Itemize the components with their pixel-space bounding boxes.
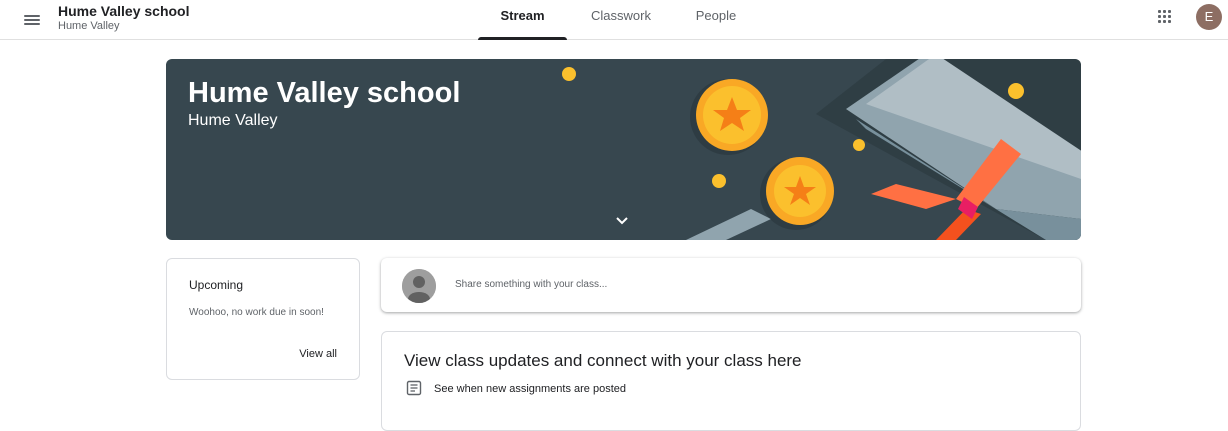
grid-dot bbox=[1163, 20, 1166, 23]
expand-class-details-button[interactable] bbox=[612, 211, 632, 231]
grid-dot bbox=[1168, 20, 1171, 23]
banner-section: Hume Valley bbox=[188, 112, 278, 129]
class-updates-card: View class updates and connect with your… bbox=[381, 331, 1081, 431]
class-header[interactable]: Hume Valley school Hume Valley bbox=[58, 3, 190, 33]
grid-dot bbox=[1163, 10, 1166, 13]
upcoming-title: Upcoming bbox=[189, 278, 244, 292]
grid-dot bbox=[1168, 15, 1171, 18]
google-apps-grid-icon bbox=[1158, 10, 1161, 13]
tab-classwork[interactable]: Classwork bbox=[567, 0, 675, 40]
grid-dot bbox=[1158, 15, 1161, 18]
updates-item: See when new assignments are posted bbox=[434, 383, 627, 395]
hamburger-menu-icon-bar bbox=[24, 23, 40, 25]
hamburger-menu-icon bbox=[24, 15, 40, 17]
class-banner: Hume Valley school Hume Valley bbox=[166, 59, 1081, 240]
banner-class-name: Hume Valley school bbox=[188, 77, 461, 109]
share-placeholder: Share something with your class... bbox=[455, 279, 608, 290]
default-user-icon bbox=[402, 269, 436, 303]
updates-title: View class updates and connect with your… bbox=[404, 351, 802, 370]
google-apps-button[interactable] bbox=[1158, 10, 1174, 26]
share-with-class-box[interactable]: Share something with your class... bbox=[381, 258, 1081, 312]
class-tabs: Stream Classwork People bbox=[478, 0, 757, 40]
hamburger-menu-icon-bar bbox=[24, 19, 40, 21]
grid-dot bbox=[1168, 10, 1171, 13]
chevron-down-icon bbox=[616, 217, 628, 225]
class-name[interactable]: Hume Valley school bbox=[58, 3, 190, 19]
grid-dot bbox=[1158, 20, 1161, 23]
upcoming-message: Woohoo, no work due in soon! bbox=[189, 307, 324, 318]
grid-dot bbox=[1163, 15, 1166, 18]
top-app-bar: Hume Valley school Hume Valley Stream Cl… bbox=[0, 0, 1228, 40]
view-all-link[interactable]: View all bbox=[299, 348, 337, 360]
main-menu-button[interactable] bbox=[20, 8, 44, 32]
tab-people[interactable]: People bbox=[675, 0, 757, 40]
assignment-icon bbox=[406, 380, 422, 396]
upcoming-card: Upcoming Woohoo, no work due in soon! Vi… bbox=[166, 258, 360, 380]
tab-stream[interactable]: Stream bbox=[478, 0, 567, 40]
user-avatar bbox=[402, 269, 436, 303]
account-avatar[interactable]: E bbox=[1196, 4, 1222, 30]
class-section: Hume Valley bbox=[58, 20, 120, 32]
